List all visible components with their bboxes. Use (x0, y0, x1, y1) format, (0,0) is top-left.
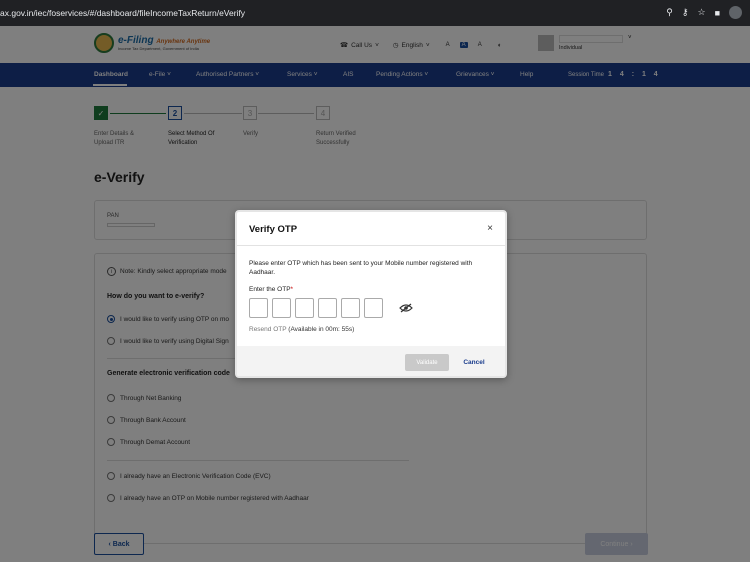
browser-toolbar: ax.gov.in/iec/foservices/#/dashboard/fil… (0, 0, 750, 26)
otp-digit-3[interactable] (295, 298, 314, 318)
resend-otp-link[interactable]: Resend OTP (249, 326, 286, 333)
profile-icon[interactable] (729, 6, 742, 19)
otp-instructions: Please enter OTP which has been sent to … (249, 260, 473, 276)
bookmark-star-icon[interactable]: ☆ (697, 7, 705, 18)
verify-otp-dialog: Verify OTP × Please enter OTP which has … (235, 210, 507, 378)
address-bar[interactable]: ax.gov.in/iec/foservices/#/dashboard/fil… (0, 8, 245, 18)
otp-digit-6[interactable] (364, 298, 383, 318)
resend-otp: Resend OTP (Available in 00m: 55s) (249, 326, 354, 333)
close-icon[interactable]: × (487, 223, 493, 234)
otp-input-group (249, 298, 413, 318)
zoom-icon[interactable]: ⚲ (666, 7, 673, 18)
otp-digit-1[interactable] (249, 298, 268, 318)
cancel-button[interactable]: Cancel (459, 354, 489, 371)
dialog-title: Verify OTP (249, 224, 298, 235)
otp-digit-4[interactable] (318, 298, 337, 318)
dialog-header: Verify OTP × (237, 212, 505, 246)
otp-digit-2[interactable] (272, 298, 291, 318)
key-icon[interactable]: ⚷ (682, 7, 689, 18)
extensions-icon[interactable]: ■ (715, 8, 720, 18)
dialog-footer: Validate Cancel (237, 346, 505, 376)
validate-button[interactable]: Validate (405, 354, 449, 371)
otp-label: Enter the OTP* (249, 286, 294, 293)
otp-digit-5[interactable] (341, 298, 360, 318)
eye-slash-icon[interactable] (399, 303, 413, 313)
resend-timer: (Available in 00m: 55s) (288, 326, 355, 333)
